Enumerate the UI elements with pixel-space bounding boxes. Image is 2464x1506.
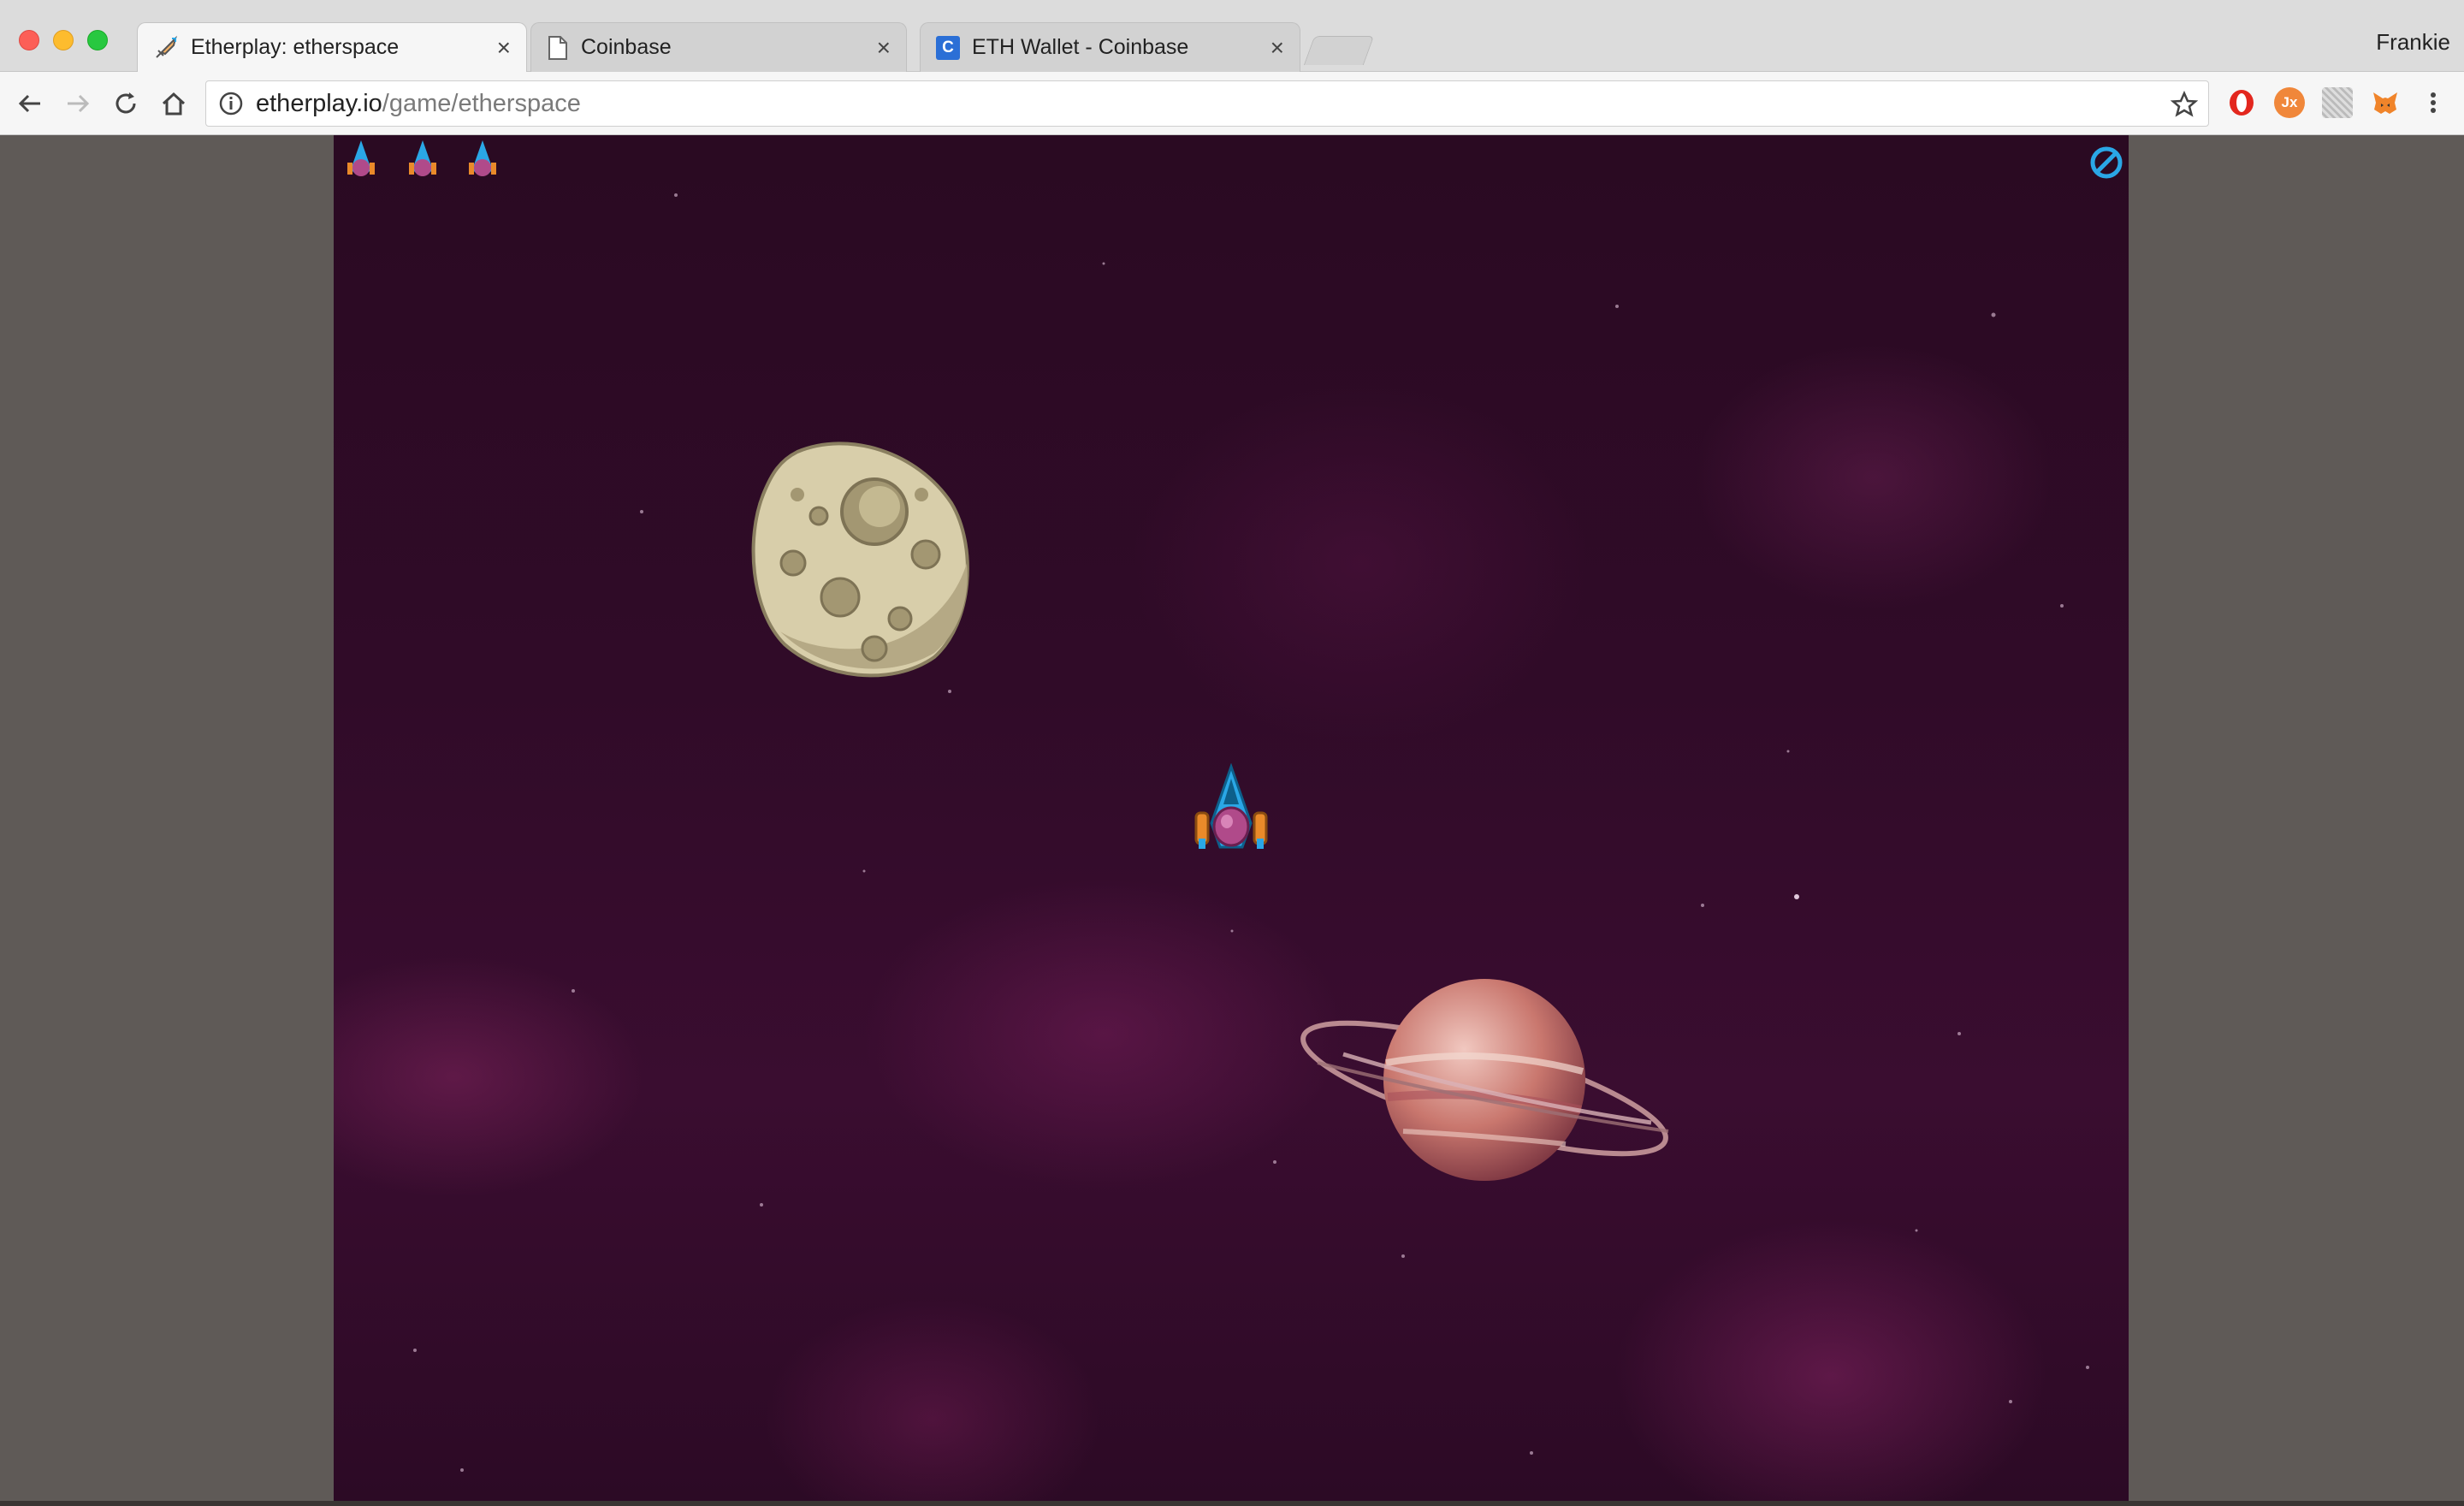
jx-icon[interactable]: Jx [2274,87,2305,118]
home-icon [162,92,186,116]
tab-etherplay[interactable]: Etherplay: etherspace × [137,22,527,72]
reload-button[interactable] [111,89,140,118]
game-canvas[interactable] [334,135,2129,1501]
tab-close-icon[interactable]: × [497,34,511,62]
back-button[interactable] [15,89,44,118]
tab-close-icon[interactable]: × [1270,34,1284,62]
opera-icon[interactable] [2226,87,2257,118]
coinbase-icon: C [936,35,960,60]
life-ship-icon [469,140,496,176]
maximize-window-button[interactable] [87,30,108,50]
tab-eth-wallet[interactable]: C ETH Wallet - Coinbase × [920,22,1300,72]
browser-titlebar: Etherplay: etherspace × Coinbase × C ETH… [0,0,2464,72]
menu-icon[interactable] [2418,87,2449,118]
player-ship [1194,763,1268,849]
new-tab-button[interactable] [1303,36,1375,65]
life-ship-icon [409,140,436,176]
tab-title: Etherplay: etherspace [191,35,400,59]
life-ship-icon [347,140,375,176]
close-window-button[interactable] [19,30,39,50]
reload-icon [116,92,136,114]
forward-arrow-icon [68,94,90,113]
mute-icon[interactable] [2089,145,2123,180]
asteroid [751,442,969,678]
metamask-icon[interactable] [2370,87,2401,118]
browser-toolbar: etherplay.io/game/etherspace Jx [0,72,2464,135]
tab-coinbase[interactable]: Coinbase × [530,22,907,72]
document-icon [548,35,567,60]
address-bar[interactable]: etherplay.io/game/etherspace [205,80,2209,127]
tab-title: Coinbase [581,35,672,59]
forward-button[interactable] [63,89,92,118]
home-button[interactable] [159,89,188,118]
url-path: /game/etherspace [382,89,581,117]
back-arrow-icon [18,94,40,113]
window-bottom-edge [0,1501,2464,1506]
tab-close-icon[interactable]: × [877,34,891,62]
pattern-icon[interactable] [2322,87,2353,118]
info-icon[interactable] [218,91,244,116]
ringed-planet [1300,979,1669,1181]
url-host: etherplay.io [256,89,382,117]
profile-name[interactable]: Frankie [2376,29,2450,56]
rocket-icon [156,35,177,58]
minimize-window-button[interactable] [53,30,74,50]
bookmark-star-icon[interactable] [2171,91,2198,118]
tab-title: ETH Wallet - Coinbase [972,35,1189,59]
